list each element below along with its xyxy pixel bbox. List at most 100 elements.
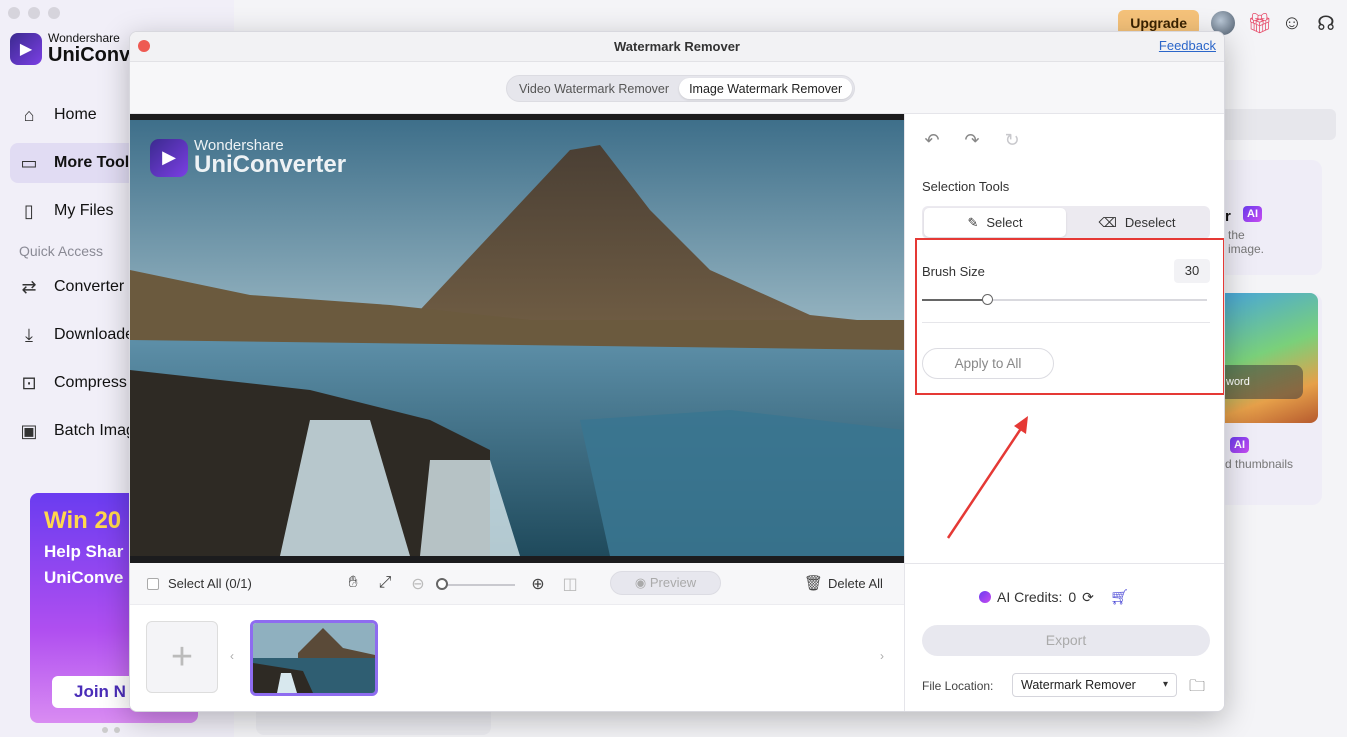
files-icon: ▯ <box>18 200 40 222</box>
feedback-link[interactable]: Feedback <box>1159 38 1216 53</box>
file-location-value: Watermark Remover <box>1021 678 1136 692</box>
home-icon: ⌂ <box>18 104 40 126</box>
modal-titlebar: Watermark Remover Feedback <box>130 32 1224 62</box>
tool-card-desc: the image. <box>1228 228 1264 256</box>
thumbnail-photo <box>253 623 375 693</box>
redo-icon[interactable]: ↷ <box>963 130 981 151</box>
brand-product: UniConve <box>48 45 141 66</box>
fit-screen-icon[interactable]: ⤢ <box>376 574 394 592</box>
trash-icon[interactable]: 🗑︎ <box>804 574 823 592</box>
watermark-logo-icon: ▶ <box>150 139 188 177</box>
uniconverter-logo-icon: ▶ <box>10 33 42 65</box>
app-brand: ▶ Wondershare UniConve <box>10 32 141 66</box>
refresh-icon[interactable]: ⟳ <box>1082 589 1094 606</box>
settings-panel: ↶ ↷ ↻ Selection Tools ✎ Select ⌫ Deselec… <box>904 114 1225 712</box>
history-controls: ↶ ↷ ↻ <box>923 130 1021 151</box>
zoom-window-button[interactable] <box>48 7 60 19</box>
sidebar-item-label: Converter <box>54 278 124 296</box>
tab-video-watermark-remover[interactable]: Video Watermark Remover <box>509 78 679 99</box>
chevron-left-icon[interactable]: ‹ <box>230 649 234 663</box>
brush-size-slider-fill <box>922 299 988 301</box>
tool-card-title: r <box>1225 208 1231 225</box>
sidebar-item-label: Home <box>54 106 97 124</box>
image-canvas[interactable]: ▶ Wondershare UniConverter <box>130 114 904 563</box>
zoom-in-icon[interactable]: ⊕ <box>529 574 547 594</box>
sidebar-item-label: Compress <box>54 374 127 392</box>
ai-badge: AI <box>1230 437 1249 453</box>
brush-icon: ✎ <box>967 215 978 231</box>
sidebar-item-label: Downloade <box>54 326 134 344</box>
file-location-label: File Location: <box>922 679 993 693</box>
select-tool-button[interactable]: ✎ Select <box>924 208 1066 237</box>
select-all-checkbox[interactable] <box>147 578 159 590</box>
tool-card-image <box>1225 293 1318 423</box>
tool-card-pill: word <box>1225 365 1303 399</box>
select-tool-label: Select <box>986 215 1022 230</box>
close-window-button[interactable] <box>8 7 20 19</box>
landscape-photo <box>130 120 904 556</box>
apply-to-all-button[interactable]: Apply to All <box>922 348 1054 379</box>
watermark-remover-window: Watermark Remover Feedback Video Waterma… <box>129 31 1225 712</box>
zoom-slider-handle[interactable] <box>436 578 448 590</box>
headset-icon[interactable]: ☊ <box>1315 11 1337 36</box>
eye-icon: ◉ <box>635 575 646 590</box>
brush-size-value[interactable]: 30 <box>1174 259 1210 283</box>
ai-badge: AI <box>1243 206 1262 222</box>
sidebar-item-label: More Tool <box>54 154 129 172</box>
tool-card-ai-image[interactable]: r AI the image. <box>1225 160 1322 275</box>
export-button[interactable]: Export <box>922 625 1210 656</box>
window-controls <box>8 7 60 19</box>
eraser-icon: ⌫ <box>1099 215 1117 231</box>
image-thumbnail[interactable] <box>250 620 378 696</box>
ai-credits-value: 0 <box>1068 589 1076 605</box>
toolbox-icon: ▭ <box>18 152 40 174</box>
promo-title: Win 20 <box>44 507 121 535</box>
preview-button[interactable]: ◉ Preview <box>610 571 721 595</box>
tool-card-desc: d thumbnails <box>1225 457 1293 471</box>
file-location-select[interactable]: Watermark Remover ▾ <box>1012 673 1177 697</box>
brush-size-slider-handle[interactable] <box>982 294 993 305</box>
search-bar-strip[interactable] <box>1225 109 1336 140</box>
mode-tabbar: Video Watermark Remover Image Watermark … <box>130 62 1224 114</box>
divider <box>922 322 1210 323</box>
export-section: AI Credits: 0 ⟳ 🛒︎ Export File Location:… <box>905 563 1225 712</box>
download-icon: ⤓ <box>18 324 40 346</box>
select-all-label[interactable]: Select All (0/1) <box>168 576 252 591</box>
selection-tools-heading: Selection Tools <box>922 179 1009 194</box>
chevron-down-icon: ▾ <box>1163 674 1168 696</box>
image-icon: ▣ <box>18 420 40 442</box>
compare-icon[interactable]: ◫ <box>561 574 579 594</box>
selection-mode-toggle: ✎ Select ⌫ Deselect <box>922 206 1210 239</box>
undo-icon[interactable]: ↶ <box>923 130 941 151</box>
tab-image-watermark-remover[interactable]: Image Watermark Remover <box>679 78 852 99</box>
chat-icon[interactable]: ☺ <box>1281 12 1303 35</box>
add-image-button[interactable]: + <box>146 621 218 693</box>
canvas-toolbar: Select All (0/1) ✋︎ ⤢ ⊖ ⊕ ◫ ◉ Preview 🗑︎… <box>130 563 904 605</box>
sidebar-item-label: My Files <box>54 202 114 220</box>
ai-credits-label: AI Credits: <box>997 589 1062 605</box>
reset-icon[interactable]: ↻ <box>1003 130 1021 151</box>
deselect-tool-button[interactable]: ⌫ Deselect <box>1066 208 1208 237</box>
convert-icon: ⇄ <box>18 276 40 298</box>
minimize-window-button[interactable] <box>28 7 40 19</box>
hand-icon[interactable]: ✋︎ <box>344 574 362 592</box>
zoom-slider-track[interactable] <box>443 584 515 586</box>
watermark-overlay: ▶ Wondershare UniConverter <box>150 138 346 177</box>
thumbnail-strip: + ‹ › <box>130 605 904 712</box>
deselect-tool-label: Deselect <box>1125 215 1176 230</box>
folder-icon[interactable]: 🗀 <box>1189 675 1205 702</box>
compress-icon: ⊡ <box>18 372 40 394</box>
tool-card-ai-thumbnail[interactable]: word AI d thumbnails <box>1225 293 1322 505</box>
preview-label: Preview <box>650 575 696 590</box>
gift-icon[interactable]: 🎁︎ <box>1247 11 1269 36</box>
watermark-product: UniConverter <box>194 153 346 177</box>
carousel-dots[interactable] <box>102 727 120 733</box>
modal-title: Watermark Remover <box>130 32 1224 61</box>
cart-icon[interactable]: 🛒︎ <box>1110 588 1129 606</box>
zoom-out-icon[interactable]: ⊖ <box>409 574 427 594</box>
brush-size-label: Brush Size <box>922 264 985 279</box>
chevron-right-icon[interactable]: › <box>880 649 884 663</box>
delete-all-button[interactable]: Delete All <box>828 576 883 591</box>
mode-tabs: Video Watermark Remover Image Watermark … <box>506 75 855 102</box>
ai-credits: AI Credits: 0 ⟳ 🛒︎ <box>979 588 1129 606</box>
